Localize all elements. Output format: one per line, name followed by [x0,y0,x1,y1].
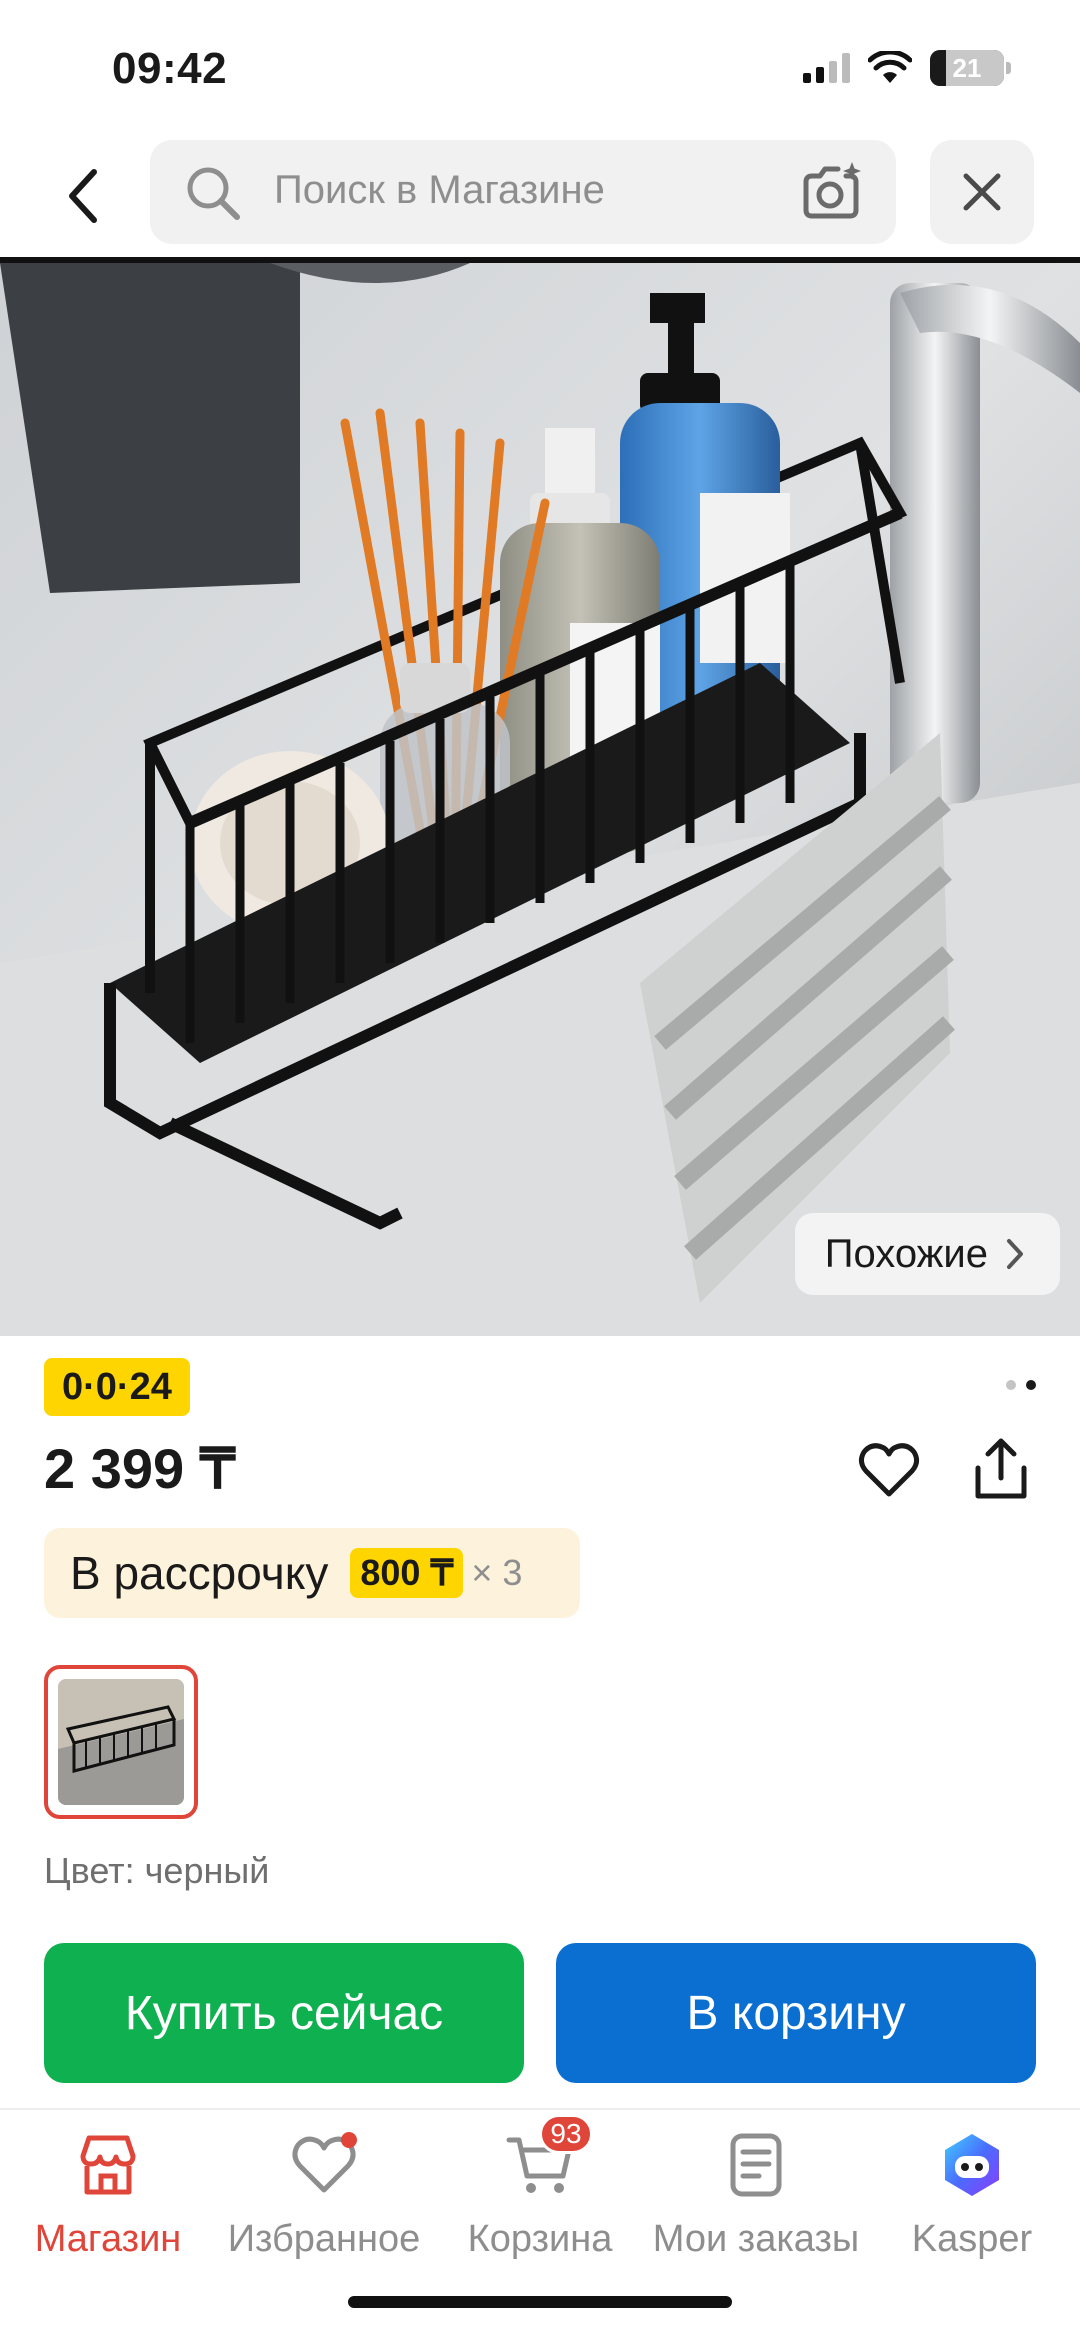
battery-icon: 21 [930,50,1011,86]
nav-label-cart: Корзина [467,2218,613,2260]
status-icons: 21 [803,50,1011,86]
home-indicator [348,2296,732,2308]
store-icon [73,2130,143,2200]
nav-item-cart[interactable]: 93 Корзина [432,2114,648,2261]
color-label: Цвет: черный [44,1850,270,1891]
nav-label-orders: Мои заказы [652,2218,860,2260]
product-image[interactable] [0,263,1080,1336]
favorites-notification-dot [341,2132,357,2148]
share-button[interactable] [966,1434,1036,1504]
heart-icon [289,2130,359,2200]
nav-item-kasper[interactable]: Kasper [864,2120,1080,2261]
installment-label: В рассрочку [70,1547,329,1599]
status-bar: 09:42 21 [0,0,1080,140]
image-pager [1006,1380,1036,1390]
nav-label-favorites: Избранное [227,2218,421,2260]
nav-label-store: Магазин [34,2218,182,2260]
wifi-icon [868,51,912,83]
close-button[interactable] [930,140,1034,244]
installment-amount: 800 ₸ [350,1548,464,1598]
search-header: Поиск в Магазине [0,140,1080,260]
orders-icon [721,2130,791,2200]
product-price: 2 399 ₸ [44,1437,236,1500]
close-icon [963,173,1001,211]
status-time: 09:42 [112,44,228,93]
sink-caddy-illustration [0,263,1080,1336]
camera-search-icon[interactable] [800,162,864,222]
similar-products-button[interactable]: Похожие [794,1213,1060,1295]
search-placeholder: Поиск в Магазине [274,168,605,212]
chevron-left-icon [69,169,97,223]
nav-item-orders[interactable]: Мои заказы [648,2120,864,2261]
buy-now-button[interactable]: Купить сейчас [44,1943,524,2083]
pager-dot [1006,1380,1016,1390]
back-button[interactable] [44,156,124,236]
chevron-right-icon [1007,1239,1023,1269]
installment-offer[interactable]: В рассрочку 800 ₸ × 3 [44,1528,580,1618]
cellular-signal-icon [803,53,850,83]
similar-label: Похожие [824,1231,988,1276]
color-variant-black[interactable] [44,1665,198,1819]
nav-item-favorites[interactable]: Избранное [216,2120,432,2261]
variant-thumbnail-image [58,1679,184,1805]
favorite-button[interactable] [856,1438,922,1504]
pager-dot-active [1026,1380,1036,1390]
installment-times: × 3 [471,1552,523,1593]
nav-label-kasper: Kasper [911,2218,1033,2260]
battery-level-text: 21 [952,52,982,83]
installment-badge: 0·0·24 [44,1358,190,1416]
heart-icon [858,1443,920,1497]
share-icon [975,1438,1027,1499]
search-input[interactable]: Поиск в Магазине [150,140,896,244]
search-icon [184,164,242,222]
kasper-assistant-icon [937,2130,1007,2200]
nav-item-store[interactable]: Магазин [0,2120,216,2261]
add-to-cart-button[interactable]: В корзину [556,1943,1036,2083]
cart-icon: 93 [505,2114,593,2200]
cart-count-badge: 93 [539,2114,593,2154]
